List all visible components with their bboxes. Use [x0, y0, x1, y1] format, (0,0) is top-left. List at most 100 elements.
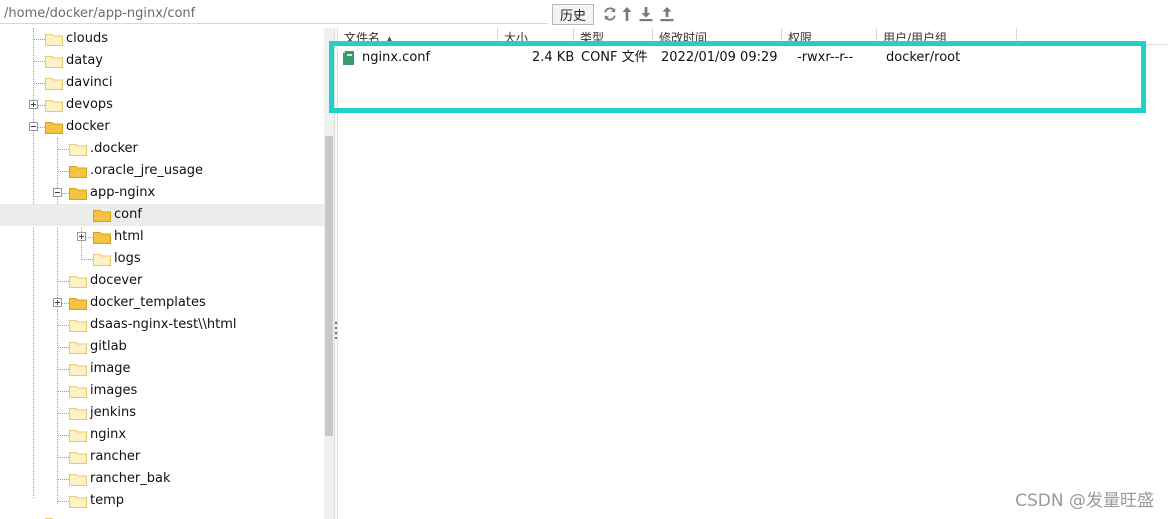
tree-item-nginx[interactable]: nginx: [0, 424, 324, 446]
up-dir-icon[interactable]: [621, 5, 633, 23]
tree-item-clouds[interactable]: clouds: [0, 28, 324, 50]
path-input[interactable]: [0, 4, 548, 24]
tree-scrollbar-thumb[interactable]: [325, 136, 333, 436]
folder-icon: [69, 496, 87, 508]
tree-item-label: image: [90, 361, 131, 376]
tree-item-devops[interactable]: devops: [0, 94, 324, 116]
folder-icon: [45, 78, 63, 90]
folder-icon: [93, 254, 111, 266]
tree-item-dot-docker[interactable]: .docker: [0, 138, 324, 160]
tree-item-oracle-jre-usage[interactable]: .oracle_jre_usage: [0, 160, 324, 182]
tree-item-label: html: [114, 229, 144, 244]
folder-icon: [69, 430, 87, 442]
folder-icon: [69, 364, 87, 376]
pane-splitter[interactable]: [334, 28, 338, 519]
folder-icon: [69, 386, 87, 398]
file-permissions: -rwxr--r--: [797, 50, 854, 65]
column-header-size[interactable]: 大小: [498, 28, 574, 44]
folder-icon: [93, 210, 111, 222]
tree-item-partial: [0, 512, 324, 519]
expand-icon[interactable]: [77, 232, 86, 241]
tree-item-label: app-nginx: [90, 185, 156, 200]
tree-item-jenkins[interactable]: jenkins: [0, 402, 324, 424]
tree-item-logs[interactable]: logs: [0, 248, 324, 270]
file-row[interactable]: nginx.conf 2.4 KB CONF 文件 2022/01/09 09:…: [338, 47, 1138, 69]
download-icon[interactable]: [638, 5, 654, 23]
column-header-label: 修改时间: [659, 31, 708, 44]
tree-item-label: rancher: [90, 449, 141, 464]
column-header-label: 用户/用户组: [883, 31, 948, 44]
folder-icon: [69, 166, 87, 178]
folder-icon: [45, 56, 63, 68]
tree-item-label: conf: [114, 207, 142, 222]
tree-item-label: images: [90, 383, 138, 398]
sort-ascending-icon: ▲: [386, 35, 393, 44]
folder-icon: [69, 298, 87, 310]
column-header-label: 大小: [504, 31, 529, 44]
column-header-permissions[interactable]: 权限: [782, 28, 877, 44]
tree-item-label: clouds: [66, 31, 108, 46]
tree-item-images[interactable]: images: [0, 380, 324, 402]
tree-item-label: datay: [66, 53, 103, 68]
upload-icon[interactable]: [659, 5, 675, 23]
refresh-icon[interactable]: [602, 5, 618, 23]
folder-icon: [45, 34, 63, 46]
tree-item-html[interactable]: html: [0, 226, 324, 248]
file-modified: 2022/01/09 09:29: [661, 50, 778, 65]
tree-item-label: davinci: [66, 75, 113, 90]
tree-item-image[interactable]: image: [0, 358, 324, 380]
file-list-header: 文件名 ▲ 大小 类型 修改时间 权限 用户/用户组: [338, 28, 1168, 45]
folder-icon: [45, 100, 63, 112]
expand-icon[interactable]: [29, 100, 38, 109]
tree-item-label: logs: [114, 251, 141, 266]
tree-item-dsaas-nginx-test-html[interactable]: dsaas-nginx-test\\html: [0, 314, 324, 336]
splitter-grip-icon: [335, 322, 337, 344]
tree-item-label: docever: [90, 273, 143, 288]
folder-icon: [69, 144, 87, 156]
collapse-icon[interactable]: [29, 122, 38, 131]
tree-item-davinci[interactable]: davinci: [0, 72, 324, 94]
tree-item-label: rancher_bak: [90, 471, 171, 486]
watermark: CSDN @发量旺盛: [1015, 491, 1154, 511]
tree-item-label: docker_templates: [90, 295, 206, 310]
file-name: nginx.conf: [362, 50, 431, 65]
folder-icon: [69, 276, 87, 288]
folder-icon: [69, 452, 87, 464]
expand-icon[interactable]: [53, 298, 62, 307]
tree-item-app-nginx[interactable]: app-nginx: [0, 182, 324, 204]
file-owner: docker/root: [886, 50, 961, 65]
collapse-icon[interactable]: [53, 188, 62, 197]
column-header-name[interactable]: 文件名 ▲: [338, 28, 498, 44]
column-header-label: 类型: [580, 31, 605, 44]
tree-item-datay[interactable]: datay: [0, 50, 324, 72]
folder-icon: [69, 474, 87, 486]
tree-item-conf[interactable]: conf: [0, 204, 324, 226]
tree-item-rancher-bak[interactable]: rancher_bak: [0, 468, 324, 490]
conf-file-icon: [343, 51, 354, 65]
folder-icon: [93, 232, 111, 244]
column-header-type[interactable]: 类型: [574, 28, 653, 44]
directory-tree: clouds datay davinci devops docker .dock…: [0, 28, 334, 519]
history-button[interactable]: 历史: [552, 4, 594, 25]
column-header-label: 文件名: [344, 31, 381, 44]
tree-item-label: .docker: [90, 141, 138, 156]
folder-icon: [45, 122, 63, 134]
folder-icon: [69, 188, 87, 200]
toolbar: 历史: [0, 0, 1168, 28]
folder-icon: [69, 342, 87, 354]
tree-item-temp[interactable]: temp: [0, 490, 324, 512]
tree-item-label: devops: [66, 97, 113, 112]
column-header-modified[interactable]: 修改时间: [653, 28, 782, 44]
tree-item-label: gitlab: [90, 339, 127, 354]
tree-item-label: temp: [90, 493, 125, 508]
tree-item-docker-templates[interactable]: docker_templates: [0, 292, 324, 314]
tree-item-label: dsaas-nginx-test\\html: [90, 317, 237, 332]
tree-item-rancher[interactable]: rancher: [0, 446, 324, 468]
tree-item-docever[interactable]: docever: [0, 270, 324, 292]
tree-item-label: nginx: [90, 427, 127, 442]
tree-item-docker[interactable]: docker: [0, 116, 324, 138]
tree-item-label: .oracle_jre_usage: [90, 163, 204, 178]
tree-item-gitlab[interactable]: gitlab: [0, 336, 324, 358]
file-size: 2.4 KB: [532, 50, 575, 65]
column-header-owner[interactable]: 用户/用户组: [877, 28, 1017, 44]
